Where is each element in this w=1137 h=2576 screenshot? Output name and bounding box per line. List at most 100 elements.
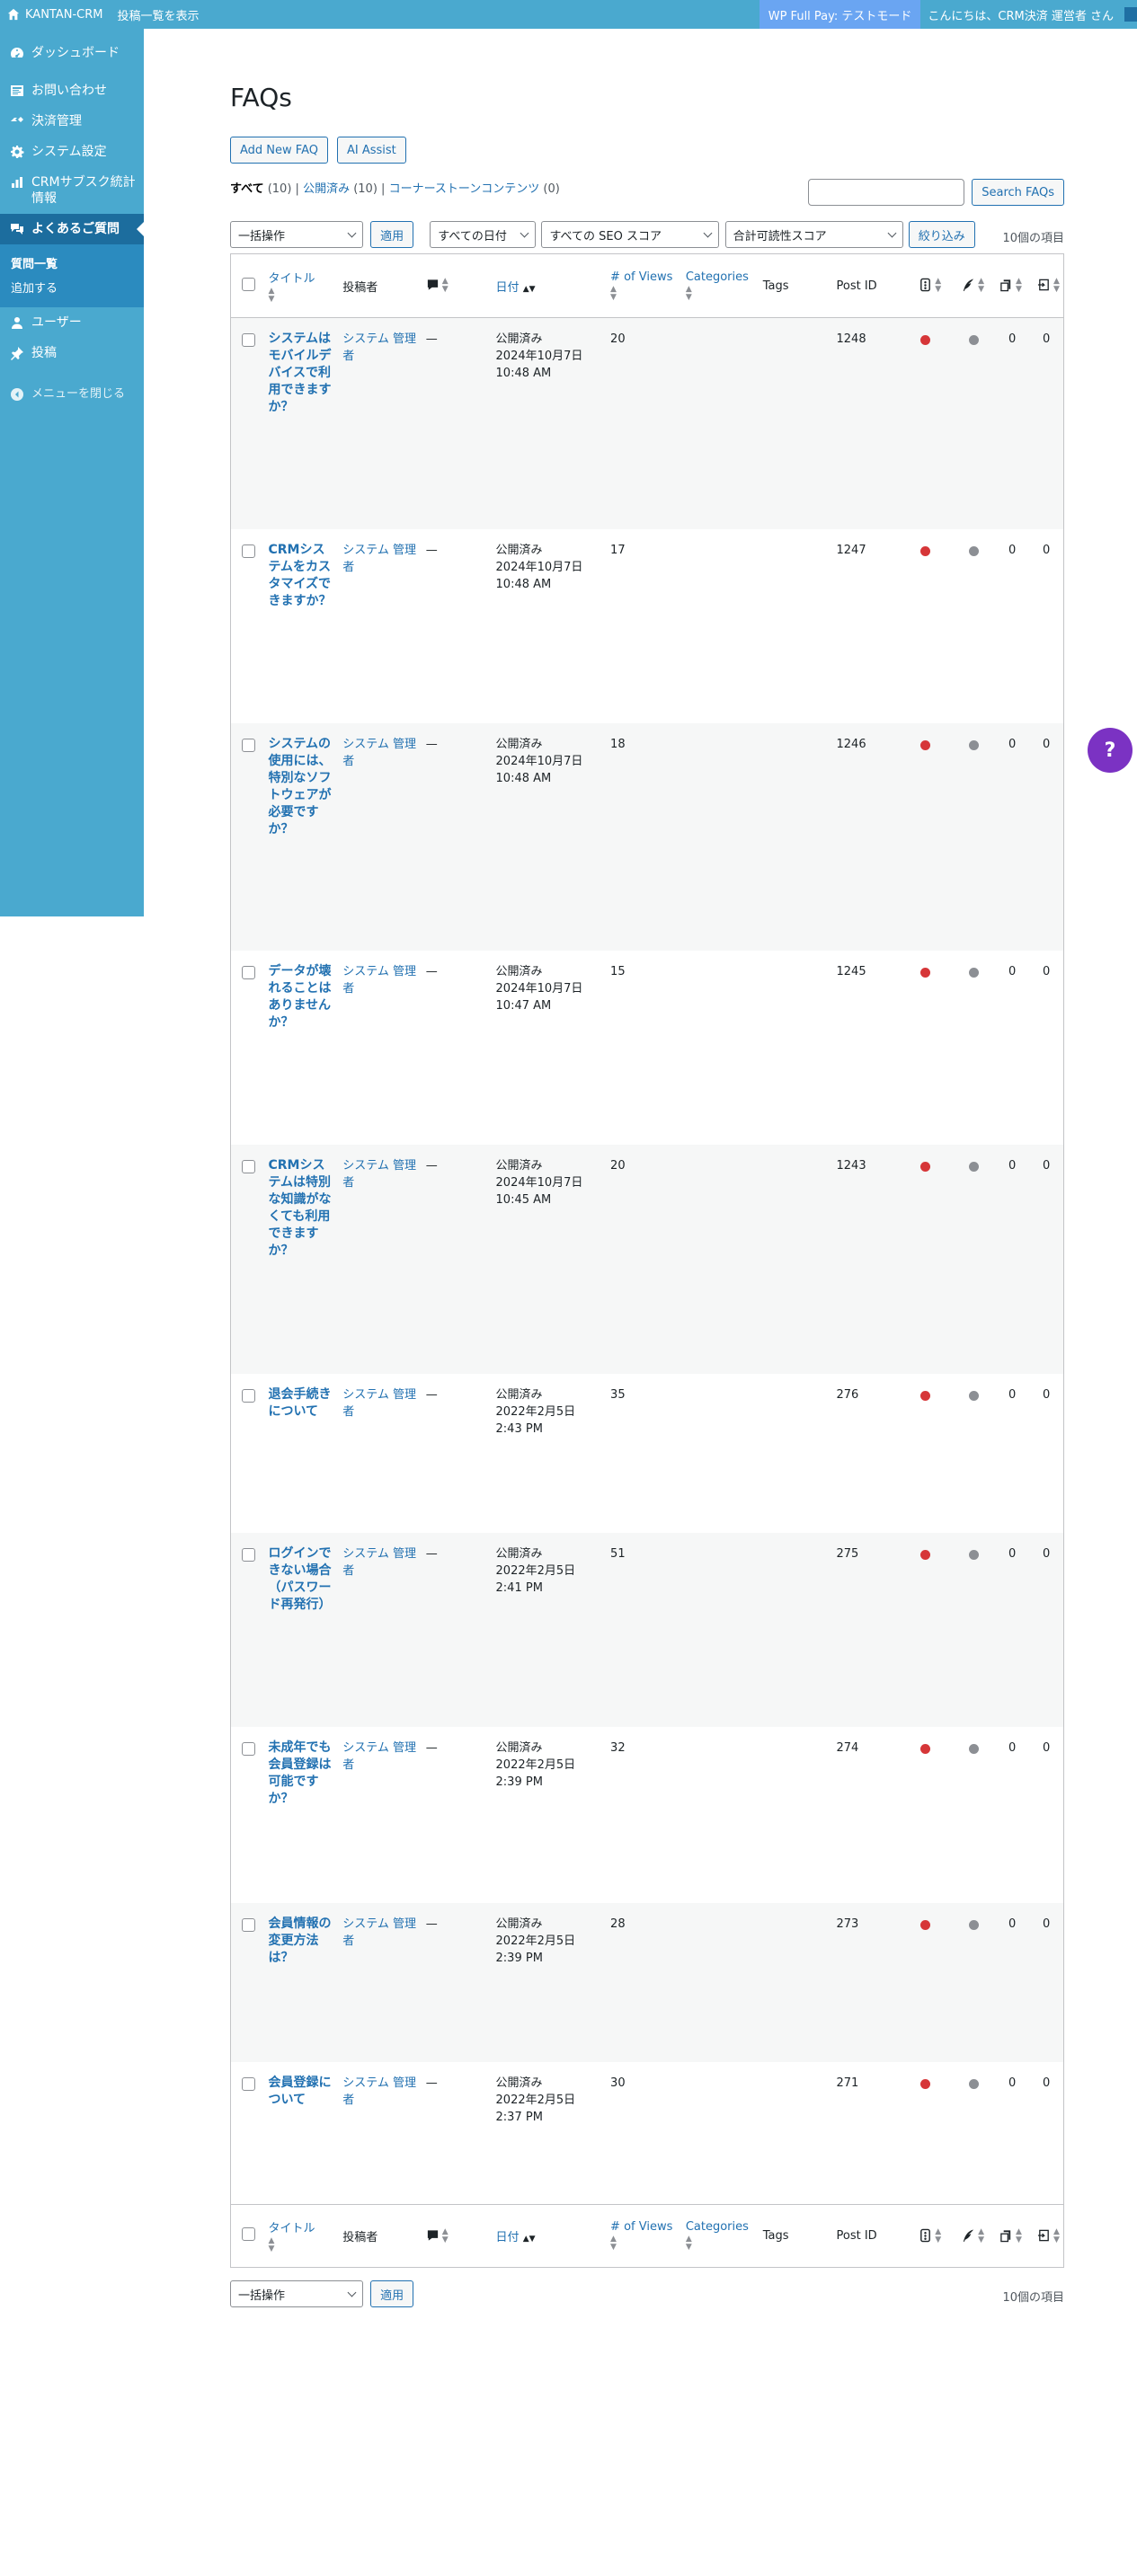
submenu-item-question-list[interactable]: 質問一覧: [0, 251, 144, 275]
column-title[interactable]: タイトル: [268, 272, 315, 286]
post-id: 276: [836, 1387, 859, 1402]
author-link[interactable]: システム 管理者: [342, 1388, 416, 1419]
column-readability[interactable]: ▲ ▼: [962, 276, 984, 294]
column-seo-score[interactable]: ▲ ▼: [919, 276, 941, 294]
incoming-links-icon: [1037, 2229, 1049, 2241]
faq-title-link[interactable]: 未成年でも会員登録は可能ですか？: [268, 1740, 331, 1806]
row-checkbox[interactable]: [242, 2076, 255, 2091]
add-new-faq-button[interactable]: Add New FAQ: [230, 137, 328, 164]
filter-cornerstone[interactable]: コーナーストーンコンテンツ: [389, 182, 540, 196]
date-filter-select[interactable]: すべての日付: [430, 221, 537, 248]
select-all-checkbox-bottom[interactable]: [242, 2227, 255, 2241]
avatar[interactable]: [1124, 7, 1137, 22]
column-outgoing-links-footer[interactable]: ▲ ▼: [999, 2226, 1022, 2244]
sidebar-item-dashboard[interactable]: ダッシュボード: [0, 38, 144, 68]
sidebar-item-contact[interactable]: お問い合わせ: [0, 75, 144, 106]
column-incoming-links-footer[interactable]: ▲ ▼: [1037, 2226, 1060, 2244]
row-checkbox[interactable]: [242, 1159, 255, 1173]
filter-all[interactable]: すべて: [230, 182, 264, 196]
column-categories[interactable]: Categories: [686, 270, 749, 284]
row-checkbox[interactable]: [242, 738, 255, 752]
outgoing-links-count: 0: [996, 1532, 1034, 1727]
author-link[interactable]: システム 管理者: [342, 1547, 416, 1578]
readability-filter-select[interactable]: 合計可読性スコア: [724, 221, 903, 248]
faq-title-link[interactable]: システムの使用には、特別なソフトウェアが必要ですか？: [268, 737, 331, 837]
column-title-footer[interactable]: タイトル: [268, 2222, 315, 2235]
author-link[interactable]: システム 管理者: [342, 2076, 416, 2107]
collapse-menu-label: メニューを閉じる: [31, 387, 126, 401]
author-link[interactable]: システム 管理者: [342, 544, 416, 574]
author-link[interactable]: システム 管理者: [342, 738, 416, 768]
column-seo-score-footer[interactable]: ▲ ▼: [919, 2226, 941, 2244]
column-tags: Tags: [759, 253, 833, 318]
apply-button-bottom[interactable]: 適用: [370, 2280, 414, 2307]
row-checkbox[interactable]: [242, 333, 255, 347]
bulk-action-select-bottom[interactable]: 一括操作: [230, 2280, 363, 2307]
apply-button[interactable]: 適用: [370, 221, 414, 248]
author-link[interactable]: システム 管理者: [342, 332, 416, 363]
collapse-menu-button[interactable]: メニューを閉じる: [0, 379, 144, 410]
column-outgoing-links[interactable]: ▲ ▼: [999, 276, 1022, 294]
sidebar-item-system-settings[interactable]: システム設定: [0, 137, 144, 167]
faq-title-link[interactable]: データが壊れることはありませんか？: [268, 964, 331, 1030]
row-checkbox[interactable]: [242, 1388, 255, 1403]
seo-filter-select[interactable]: すべての SEO スコア: [541, 221, 720, 248]
account-greeting[interactable]: こんにちは、CRM決済 運営者 さん: [920, 0, 1121, 29]
bulk-action-value: 一括操作: [238, 2288, 286, 2303]
filter-button[interactable]: 絞り込み: [908, 221, 975, 248]
post-status: 公開済み: [495, 1917, 543, 1931]
quill-icon: [963, 2228, 974, 2242]
search-input[interactable]: [808, 179, 965, 206]
author-link[interactable]: システム 管理者: [342, 1159, 416, 1190]
ai-assist-button[interactable]: AI Assist: [336, 137, 406, 164]
submenu-item-add-new[interactable]: 追加する: [0, 275, 144, 299]
faq-title-link[interactable]: 会員情報の変更方法は？: [268, 1917, 331, 1965]
row-checkbox[interactable]: [242, 1741, 255, 1756]
column-date[interactable]: 日付: [496, 281, 520, 295]
column-comments-footer[interactable]: ▲ ▼: [426, 2226, 449, 2244]
help-button[interactable]: ?: [1088, 728, 1133, 773]
tags-cell: [759, 1144, 833, 1374]
seo-score-indicator: [920, 967, 931, 978]
column-comments[interactable]: ▲ ▼: [426, 276, 449, 294]
post-id: 1247: [836, 543, 866, 557]
column-categories-footer[interactable]: Categories: [686, 2220, 749, 2234]
column-views-footer[interactable]: # of Views: [610, 2220, 672, 2234]
sort-desc-icon: ▲▼: [522, 284, 536, 294]
faq-title-link[interactable]: ログインできない場合（パスワード再発行）: [268, 1546, 331, 1612]
sidebar-item-posts[interactable]: 投稿: [0, 338, 144, 368]
site-home-link[interactable]: KANTAN-CRM: [0, 0, 110, 29]
faq-title-link[interactable]: CRMシステムは特別な知識がなくても利用できますか？: [268, 1158, 331, 1258]
filter-published[interactable]: 公開済み: [303, 182, 350, 196]
faq-title-link[interactable]: システムはモバイルデバイスで利用できますか？: [268, 332, 331, 414]
readability-indicator: [969, 1549, 980, 1560]
faq-title-link[interactable]: 会員登録について: [268, 2076, 331, 2107]
faq-title-link[interactable]: 退会手続きについて: [268, 1387, 331, 1419]
author-link[interactable]: システム 管理者: [342, 1917, 416, 1948]
faq-title-link[interactable]: CRMシステムをカスタマイズできますか？: [268, 543, 331, 608]
seo-score-indicator: [920, 1919, 931, 1930]
post-status: 公開済み: [495, 737, 543, 751]
author-link[interactable]: システム 管理者: [342, 1741, 416, 1772]
author-link[interactable]: システム 管理者: [342, 965, 416, 996]
page-title: FAQs: [230, 83, 292, 112]
categories-cell: [682, 951, 759, 1145]
sidebar-item-users[interactable]: ユーザー: [0, 307, 144, 338]
sidebar-item-crm-stats[interactable]: CRMサブスク統計情報: [0, 167, 144, 214]
bulk-action-select[interactable]: 一括操作: [230, 221, 363, 248]
sidebar-item-faq[interactable]: よくあるご質問: [0, 214, 144, 244]
sidebar-item-payment[interactable]: 決済管理: [0, 106, 144, 137]
row-checkbox[interactable]: [242, 1917, 255, 1932]
view-posts-link[interactable]: 投稿一覧を表示: [110, 0, 206, 29]
test-mode-badge[interactable]: WP Full Pay: テストモード: [759, 0, 921, 29]
column-readability-footer[interactable]: ▲ ▼: [962, 2226, 984, 2244]
row-checkbox[interactable]: [242, 965, 255, 979]
sidebar-item-label: システム設定: [31, 145, 107, 159]
column-incoming-links[interactable]: ▲ ▼: [1037, 276, 1060, 294]
row-checkbox[interactable]: [242, 1547, 255, 1562]
select-all-checkbox[interactable]: [242, 277, 255, 291]
row-checkbox[interactable]: [242, 544, 255, 558]
column-date-footer[interactable]: 日付: [496, 2231, 520, 2244]
column-views[interactable]: # of Views: [610, 270, 672, 284]
search-faqs-button[interactable]: Search FAQs: [972, 179, 1064, 206]
